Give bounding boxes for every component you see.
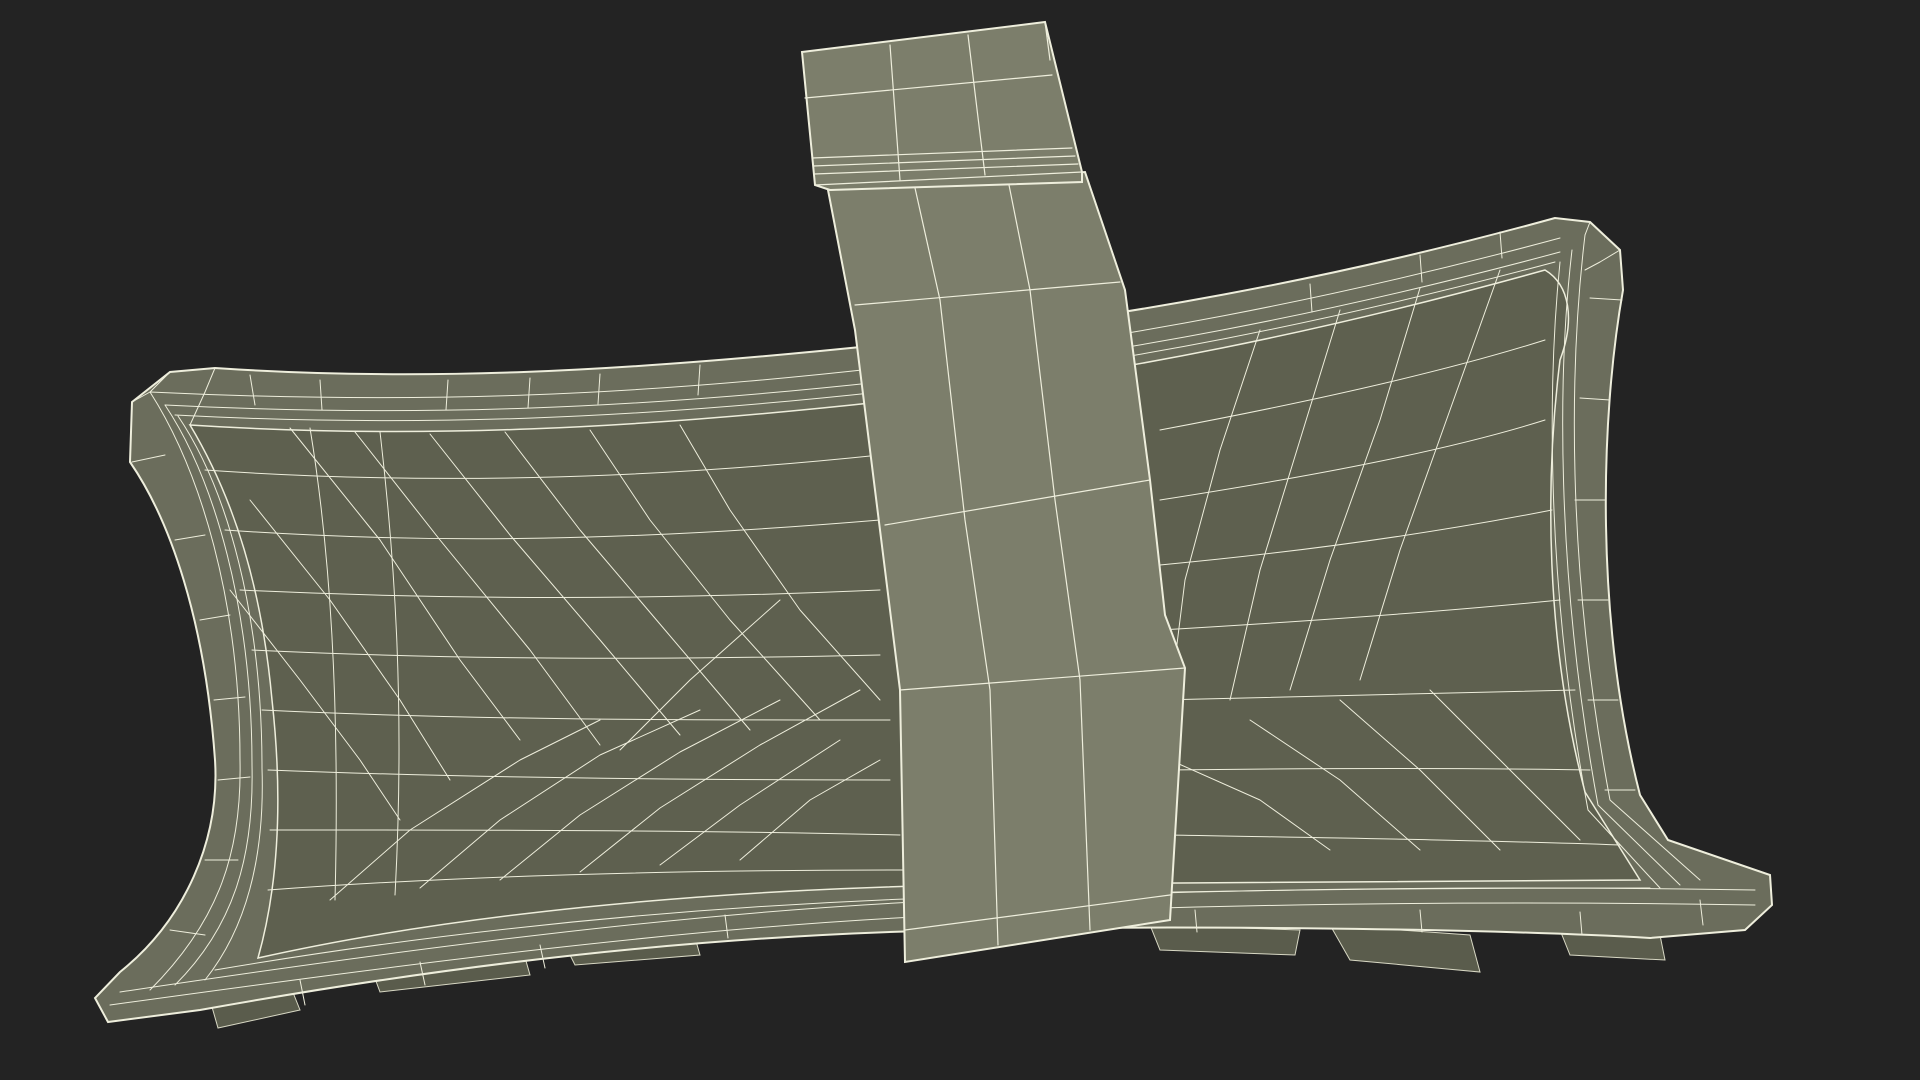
buckle-clip (800, 20, 1083, 192)
wireframe-render (93, 20, 1774, 1029)
viewport-3d[interactable] (0, 0, 1920, 1080)
